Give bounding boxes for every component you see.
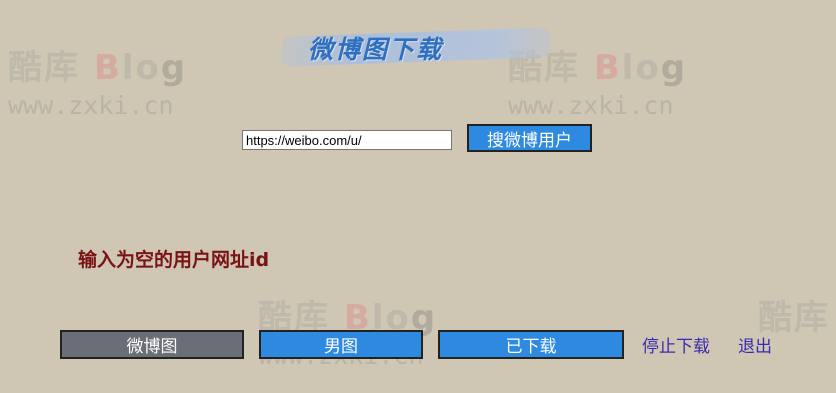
title-text: 微博图下载: [308, 35, 444, 64]
stop-download-link[interactable]: 停止下载: [642, 332, 710, 357]
male-images-button[interactable]: 男图: [259, 330, 423, 359]
status-message: 输入为空的用户网址id: [78, 249, 270, 271]
watermark: 酷库 Blog www.zxki.cn: [8, 48, 188, 120]
downloaded-button[interactable]: 已下载: [438, 330, 624, 359]
search-user-button[interactable]: 搜微博用户: [467, 124, 592, 152]
app-title: 微博图下载: [278, 26, 554, 70]
weibo-images-button[interactable]: 微博图: [60, 330, 244, 359]
user-url-input[interactable]: [242, 130, 452, 150]
exit-link[interactable]: 退出: [738, 332, 772, 357]
